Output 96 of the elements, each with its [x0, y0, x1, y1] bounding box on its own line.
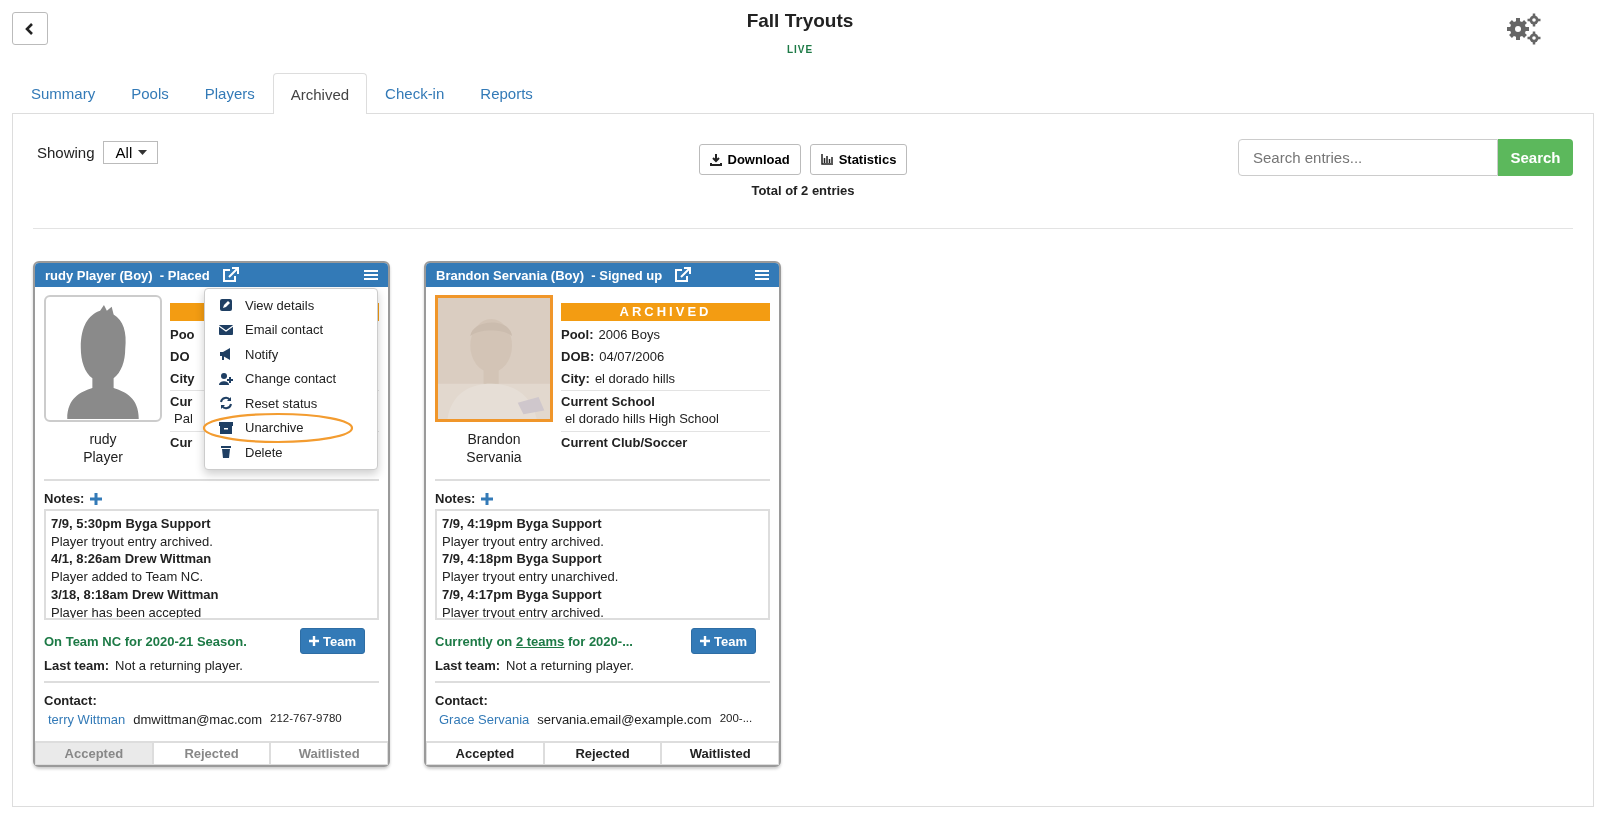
field-label: DO	[170, 348, 190, 366]
tab[interactable]: Reports	[462, 72, 551, 113]
field-label: City	[170, 370, 195, 388]
contact-label: Contact:	[435, 693, 489, 708]
edit-icon	[219, 298, 233, 313]
player-name: Servania	[466, 448, 522, 466]
showing-label: Showing	[37, 144, 95, 161]
contact-name-link[interactable]: terry Wittman	[48, 712, 126, 727]
note-heading: 7/9, 5:30pm Byga Support	[51, 515, 212, 533]
team-status: Currently on 2 teams for 2020-...	[435, 633, 633, 649]
player-name: Brandon	[467, 430, 521, 448]
note-heading: 7/9, 4:17pm Byga Support	[442, 585, 603, 604]
menu-item[interactable]: View details	[205, 293, 377, 318]
archived-banner: ARCHIVED	[561, 303, 770, 321]
field-label: Cur	[170, 393, 193, 410]
add-team-button[interactable]: Team	[691, 628, 756, 654]
menu-item[interactable]: Delete	[205, 440, 377, 465]
contact-name-link[interactable]: Grace Servania	[439, 712, 530, 727]
download-button[interactable]: Download	[698, 144, 801, 175]
menu-item[interactable]: Email contact	[205, 317, 377, 342]
add-note-icon[interactable]	[481, 492, 494, 505]
note-text: Player tryout entry unarchived.	[442, 568, 620, 586]
field-value: el dorado hills	[594, 370, 676, 388]
tab[interactable]: Summary	[13, 72, 114, 113]
status-button[interactable]: Accepted	[426, 742, 544, 765]
tab[interactable]: Pools	[113, 72, 187, 113]
statistics-button[interactable]: Statistics	[809, 144, 908, 175]
status-label: LIVE	[786, 44, 814, 55]
field-label: DOB:	[561, 348, 595, 366]
field-label: Current Club/Soccer	[561, 434, 688, 451]
menu-item[interactable]: Reset status	[205, 391, 377, 416]
note-text: Player added to Team NC.	[51, 568, 205, 586]
download-icon	[709, 153, 722, 166]
back-button[interactable]	[12, 12, 48, 45]
field-label: Pool:	[561, 326, 594, 344]
menu-item[interactable]: Unarchive	[205, 415, 377, 440]
status-button[interactable]: Rejected	[543, 742, 662, 765]
plus-icon	[700, 636, 710, 646]
field-label: City:	[561, 370, 590, 388]
note-heading: 4/1, 8:26am Drew Wittman	[51, 550, 213, 569]
note-heading: 7/9, 4:19pm Byga Support	[442, 515, 603, 533]
notes-label: Notes:	[44, 491, 85, 506]
field-value: el dorado hills High School	[564, 410, 719, 427]
field-value: 04/07/2006	[599, 348, 665, 366]
external-link-icon[interactable]	[221, 267, 240, 283]
menu-item[interactable]: Change contact	[205, 366, 377, 391]
trash-icon	[219, 445, 233, 460]
megaphone-icon	[219, 347, 233, 362]
note-heading: 3/18, 8:18am Drew Wittman	[51, 585, 220, 604]
menu-icon[interactable]	[364, 269, 378, 281]
status-button[interactable]: Waitlisted	[661, 742, 779, 765]
last-team-value: Not a returning player.	[115, 658, 243, 673]
notes-label: Notes:	[435, 491, 476, 506]
note-heading: 7/9, 4:18pm Byga Support	[442, 550, 603, 569]
menu-icon[interactable]	[755, 269, 769, 281]
teams-link[interactable]: 2 teams	[515, 633, 565, 649]
last-team-label: Last team:	[435, 658, 501, 673]
search-field[interactable]: Search entries...	[1238, 139, 1498, 176]
add-team-button[interactable]: Team	[300, 628, 365, 654]
contact-email: dmwittman@mac.com	[133, 712, 263, 727]
field-label: Poo	[170, 326, 195, 344]
contact-email: servania.email@example.com	[537, 712, 712, 727]
archive-box-icon	[219, 420, 233, 435]
user-plus-icon	[219, 371, 233, 386]
field-value: Pal	[173, 410, 193, 427]
page-title: Fall Tryouts	[746, 10, 854, 32]
settings-icon[interactable]	[1506, 12, 1542, 46]
tab[interactable]: Archived	[272, 73, 368, 114]
player-name: Player	[83, 448, 123, 466]
contact-phone: 212-767-9780	[270, 712, 342, 726]
contact-phone: 200-...	[719, 712, 753, 726]
card-title: rudy Player (Boy) - Placed	[45, 267, 210, 283]
caret-icon	[138, 149, 148, 156]
team-status: On Team NC for 2020-21 Season.	[44, 633, 247, 649]
menu-item[interactable]: Notify	[205, 342, 377, 367]
player-name: rudy	[89, 430, 117, 448]
envelope-icon	[219, 322, 233, 337]
field-label: Cur	[170, 434, 193, 451]
note-text: Player tryout entry archived.	[442, 532, 605, 551]
external-link-icon[interactable]	[674, 267, 693, 283]
tab[interactable]: Check-in	[367, 72, 463, 113]
contact-label: Contact:	[44, 693, 98, 708]
bar-chart-icon	[820, 154, 833, 165]
refresh-icon	[219, 396, 233, 411]
last-team-label: Last team:	[44, 658, 110, 673]
note-text: Player tryout entry archived.	[51, 532, 214, 551]
field-label: Current School	[561, 393, 655, 410]
field-value: 2006 Boys	[598, 326, 660, 344]
filter-dropdown[interactable]: All	[102, 141, 159, 164]
last-team-value: Not a returning player.	[506, 658, 634, 673]
plus-icon	[309, 636, 319, 646]
card-title: Brandon Servania (Boy) - Signed up	[436, 267, 663, 283]
chevron-left-icon	[25, 21, 35, 36]
entries-total: Total of 2 entries	[751, 183, 855, 198]
add-note-icon[interactable]	[90, 492, 103, 505]
tab[interactable]: Players	[186, 72, 273, 113]
